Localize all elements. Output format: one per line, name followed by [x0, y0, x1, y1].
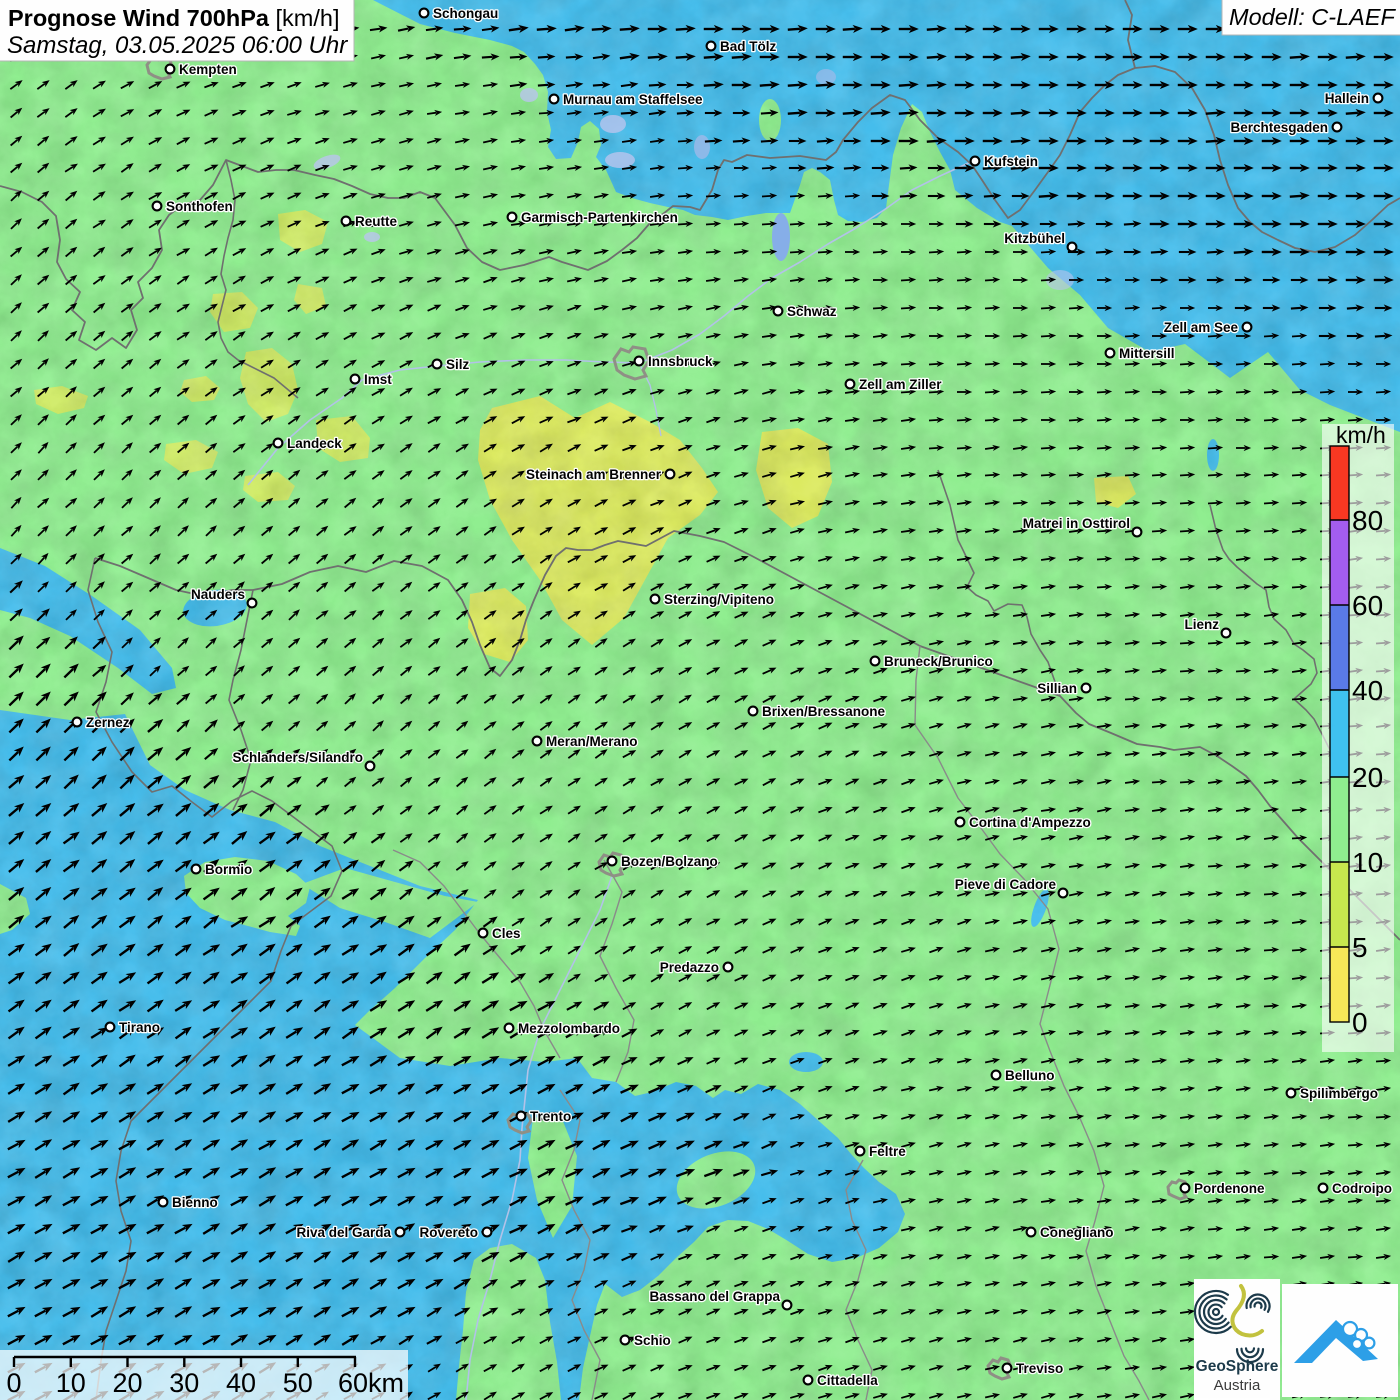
svg-text:Sonthofen: Sonthofen — [166, 199, 233, 214]
svg-text:Steinach am Brenner: Steinach am Brenner — [526, 467, 662, 482]
svg-text:Bozen/Bolzano: Bozen/Bolzano — [621, 854, 718, 869]
svg-text:Predazzo: Predazzo — [660, 960, 719, 975]
svg-text:Codroipo: Codroipo — [1332, 1181, 1392, 1196]
svg-text:GeoSphere: GeoSphere — [1196, 1358, 1279, 1375]
svg-text:Innsbruck: Innsbruck — [648, 354, 713, 369]
svg-text:Kufstein: Kufstein — [984, 154, 1038, 169]
svg-text:Conegliano: Conegliano — [1040, 1225, 1114, 1240]
svg-text:Feltre: Feltre — [869, 1144, 906, 1159]
svg-text:Mittersill: Mittersill — [1119, 346, 1175, 361]
svg-text:Samstag, 03.05.2025 06:00 Uhr: Samstag, 03.05.2025 06:00 Uhr — [7, 32, 348, 59]
svg-text:Modell: C-LAEF: Modell: C-LAEF — [1229, 4, 1396, 30]
svg-text:60: 60 — [1352, 590, 1383, 621]
svg-text:Belluno: Belluno — [1005, 1068, 1055, 1083]
svg-text:Mezzolombardo: Mezzolombardo — [518, 1021, 620, 1036]
svg-text:Kempten: Kempten — [179, 62, 237, 77]
svg-text:Landeck: Landeck — [287, 436, 342, 451]
svg-text:Cittadella: Cittadella — [817, 1373, 878, 1388]
svg-text:Pieve di Cadore: Pieve di Cadore — [955, 877, 1057, 892]
svg-text:Cles: Cles — [492, 926, 521, 941]
svg-text:Cortina d'Ampezzo: Cortina d'Ampezzo — [969, 815, 1091, 830]
svg-text:50: 50 — [283, 1368, 313, 1398]
svg-text:Pordenone: Pordenone — [1194, 1181, 1265, 1196]
svg-text:Austria: Austria — [1214, 1377, 1261, 1394]
svg-text:Kitzbühel: Kitzbühel — [1004, 231, 1065, 246]
svg-text:Rovereto: Rovereto — [419, 1225, 478, 1240]
svg-text:Matrei in Osttirol: Matrei in Osttirol — [1023, 516, 1130, 531]
svg-text:Trento: Trento — [530, 1109, 571, 1124]
svg-text:Bienno: Bienno — [172, 1195, 218, 1210]
svg-text:5: 5 — [1352, 932, 1368, 963]
svg-text:Spilimbergo: Spilimbergo — [1300, 1086, 1378, 1101]
svg-text:30: 30 — [169, 1368, 199, 1398]
svg-text:Murnau am Staffelsee: Murnau am Staffelsee — [563, 92, 703, 107]
svg-text:Hallein: Hallein — [1325, 91, 1369, 106]
svg-text:Treviso: Treviso — [1016, 1361, 1063, 1376]
svg-text:Lienz: Lienz — [1184, 617, 1219, 632]
svg-text:km/h: km/h — [1336, 422, 1386, 448]
svg-text:Silz: Silz — [446, 357, 470, 372]
svg-text:Riva del Garda: Riva del Garda — [296, 1225, 391, 1240]
svg-text:Brixen/Bressanone: Brixen/Bressanone — [762, 704, 886, 719]
svg-text:10: 10 — [56, 1368, 86, 1398]
svg-text:Tirano: Tirano — [119, 1020, 160, 1035]
svg-text:0: 0 — [1352, 1007, 1368, 1038]
svg-text:40: 40 — [1352, 675, 1383, 706]
svg-text:Schio: Schio — [634, 1333, 671, 1348]
svg-text:Zell am See: Zell am See — [1164, 320, 1239, 335]
svg-text:Garmisch-Partenkirchen: Garmisch-Partenkirchen — [521, 210, 678, 225]
svg-text:10: 10 — [1352, 847, 1383, 878]
svg-text:Sterzing/Vipiteno: Sterzing/Vipiteno — [664, 592, 774, 607]
svg-text:Reutte: Reutte — [355, 214, 397, 229]
svg-text:Bormio: Bormio — [205, 862, 252, 877]
svg-text:Zernez: Zernez — [86, 715, 130, 730]
svg-text:20: 20 — [1352, 762, 1383, 793]
svg-text:60km: 60km — [338, 1368, 404, 1398]
svg-text:Schwaz: Schwaz — [787, 304, 837, 319]
svg-text:Berchtesgaden: Berchtesgaden — [1230, 120, 1328, 135]
svg-text:Schlanders/Silandro: Schlanders/Silandro — [232, 750, 363, 765]
svg-text:0: 0 — [6, 1368, 21, 1398]
svg-text:Meran/Merano: Meran/Merano — [546, 734, 638, 749]
svg-text:Bad Tölz: Bad Tölz — [720, 39, 776, 54]
svg-text:40: 40 — [226, 1368, 256, 1398]
svg-text:Prognose Wind 700hPa [km/h]: Prognose Wind 700hPa [km/h] — [8, 5, 339, 31]
svg-text:Bassano del Grappa: Bassano del Grappa — [649, 1289, 780, 1304]
svg-text:80: 80 — [1352, 505, 1383, 536]
svg-text:Schongau: Schongau — [433, 6, 498, 21]
svg-text:Nauders: Nauders — [191, 587, 245, 602]
svg-text:Bruneck/Brunico: Bruneck/Brunico — [884, 654, 993, 669]
svg-text:20: 20 — [112, 1368, 142, 1398]
svg-text:Imst: Imst — [364, 372, 392, 387]
svg-text:Sillian: Sillian — [1037, 681, 1077, 696]
svg-text:Zell am Ziller: Zell am Ziller — [859, 377, 942, 392]
